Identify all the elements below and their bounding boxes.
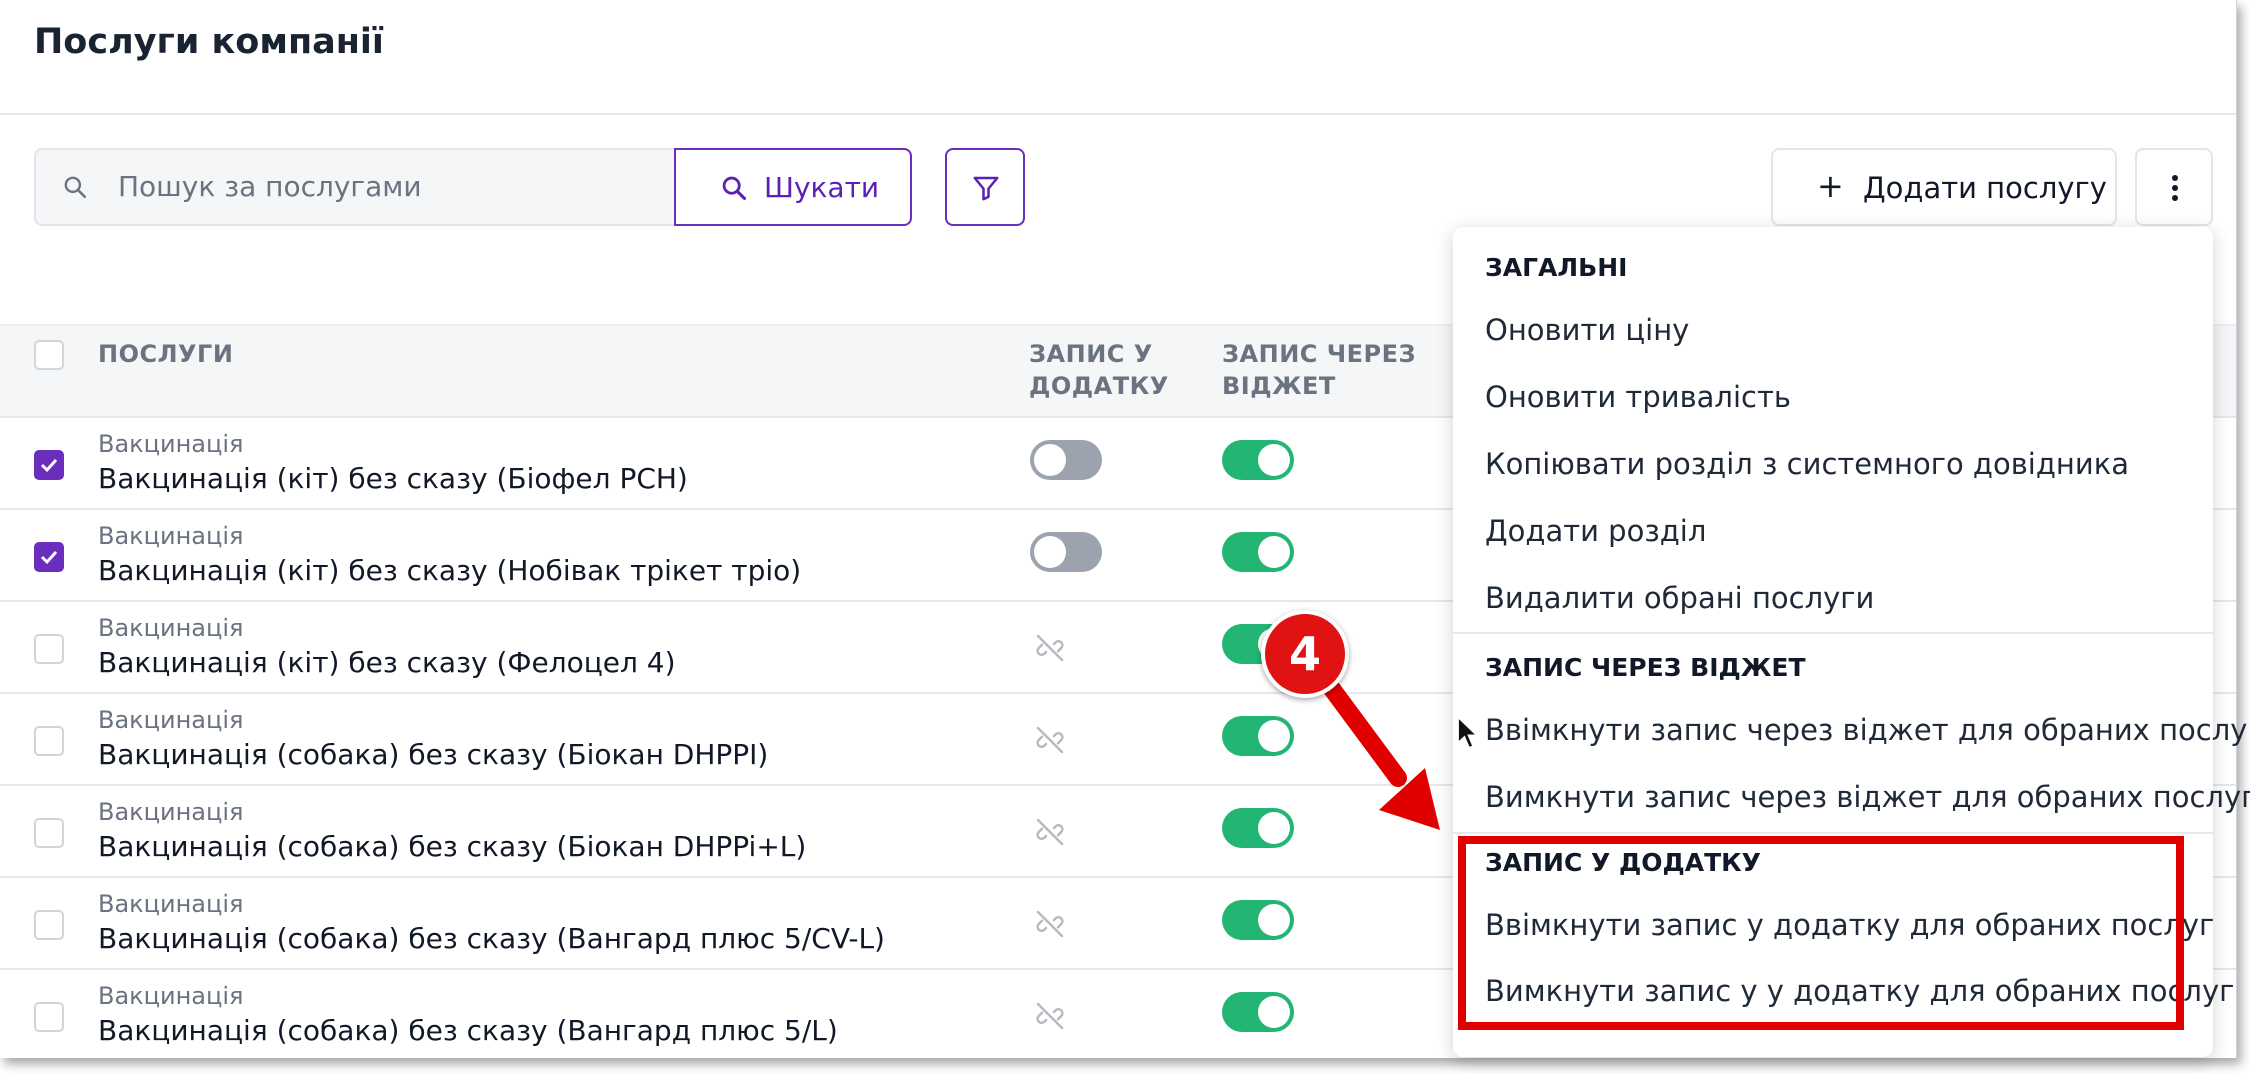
annotation-step-badge: 4: [1261, 610, 1349, 698]
cursor-icon: [1457, 715, 1480, 750]
annotation-arrow: [1309, 661, 1440, 830]
